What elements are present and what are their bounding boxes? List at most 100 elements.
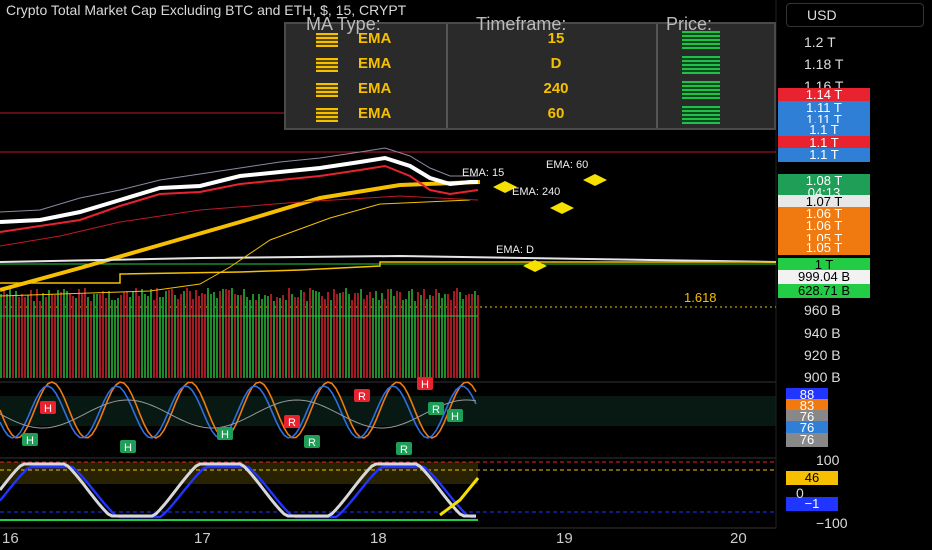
- volume-bar: [423, 289, 425, 378]
- volume-bar: [234, 294, 236, 378]
- volume-bar: [465, 295, 467, 378]
- volume-bar: [192, 299, 194, 378]
- volume-bar: [339, 293, 341, 378]
- price-axis-label: 1.2 T: [804, 34, 836, 50]
- volume-bar: [231, 288, 233, 378]
- volume-bar: [222, 289, 224, 378]
- volume-bar: [186, 288, 188, 378]
- osc1-band: [0, 396, 776, 426]
- volume-bar: [294, 297, 296, 378]
- pivot-marker-label: H: [44, 403, 52, 415]
- volume-bar: [156, 288, 158, 378]
- volume-bar: [39, 301, 41, 378]
- volume-bar: [288, 288, 290, 378]
- volume-bar: [264, 295, 266, 378]
- volume-bar: [402, 300, 404, 378]
- volume-bar: [30, 290, 32, 378]
- volume-bar: [276, 297, 278, 378]
- ema-diamond: [583, 174, 607, 186]
- volume-bar: [270, 294, 272, 378]
- currency-button[interactable]: USD: [786, 3, 924, 27]
- volume-bar: [261, 299, 263, 378]
- volume-bar: [63, 289, 65, 378]
- ema-swatch: [316, 108, 338, 122]
- volume-bar: [300, 290, 302, 378]
- volume-bar: [198, 296, 200, 378]
- volume-bar: [336, 294, 338, 378]
- ma-type-cell: EMA: [358, 30, 392, 47]
- price-status-cell: [682, 56, 720, 74]
- volume-bar: [441, 298, 443, 378]
- volume-bar: [432, 296, 434, 378]
- x-axis-label: 20: [730, 530, 747, 547]
- volume-bar: [450, 300, 452, 378]
- volume-bar: [390, 289, 392, 378]
- volume-bar: [78, 289, 80, 378]
- volume-bar: [471, 294, 473, 378]
- volume-bar: [168, 290, 170, 378]
- oscillator-2: [0, 461, 776, 521]
- volume-bar: [282, 295, 284, 378]
- volume-bar: [153, 300, 155, 378]
- volume-bar: [195, 290, 197, 378]
- ema-d-label: EMA: D: [496, 244, 534, 256]
- volume-bar: [177, 299, 179, 378]
- volume-bar: [60, 292, 62, 378]
- volume-bar: [123, 292, 125, 378]
- volume-bar: [189, 291, 191, 378]
- ma-table-row: EMA 15: [286, 28, 774, 52]
- volume-bar: [66, 291, 68, 378]
- osc2-axis-label: −100: [816, 515, 848, 531]
- volume-bar: [267, 296, 269, 378]
- volume-bar: [348, 294, 350, 378]
- ema-240-label: EMA: 240: [512, 186, 561, 198]
- ma-table-row: EMA 240: [286, 78, 774, 102]
- volume-bar: [411, 289, 413, 378]
- volume-bar: [417, 292, 419, 378]
- volume-bar: [225, 289, 227, 378]
- volume-bar: [477, 295, 479, 378]
- pivot-marker-label: H: [421, 379, 429, 391]
- volume-bar: [393, 296, 395, 378]
- timeframe-cell: 240: [543, 80, 569, 97]
- ma-type-cell: EMA: [358, 80, 392, 97]
- price-tag: 999.04 B: [778, 270, 870, 284]
- volume-bar: [345, 288, 347, 378]
- osc2-axis-label: 100: [816, 452, 840, 468]
- volume-bar: [447, 294, 449, 378]
- volume-bar: [435, 289, 437, 378]
- volume-bar: [408, 291, 410, 378]
- volume-bar: [201, 293, 203, 378]
- volume-bar: [105, 298, 107, 378]
- volume-bar: [57, 290, 59, 378]
- volume-bar: [69, 294, 71, 378]
- ema-swatch: [316, 33, 338, 47]
- volume-bar: [309, 288, 311, 378]
- price-tag: 1.1 T: [778, 148, 870, 162]
- volume-bar: [237, 295, 239, 378]
- volume-bar: [399, 292, 401, 378]
- volume-bar: [87, 297, 89, 378]
- volume-bar: [375, 291, 377, 378]
- price-band: [0, 147, 479, 247]
- volume-bar: [354, 293, 356, 378]
- ma-type-cell: EMA: [358, 105, 392, 122]
- price-status-cell: [682, 106, 720, 124]
- volume-bar: [384, 299, 386, 378]
- volume-bar: [381, 293, 383, 378]
- volume-bar: [249, 300, 251, 378]
- volume-bar: [120, 295, 122, 378]
- x-axis-label: 19: [556, 530, 573, 547]
- volume-bar: [216, 298, 218, 378]
- volume-bar: [99, 294, 101, 378]
- volume-bar: [240, 295, 242, 378]
- x-axis-label: 17: [194, 530, 211, 547]
- volume-histogram: [0, 288, 479, 378]
- volume-bar: [6, 294, 8, 378]
- ema-swatch: [316, 58, 338, 72]
- volume-bar: [150, 289, 152, 378]
- pivot-marker-label: R: [288, 417, 296, 429]
- volume-bar: [111, 300, 113, 378]
- volume-bar: [246, 297, 248, 378]
- volume-bar: [162, 297, 164, 378]
